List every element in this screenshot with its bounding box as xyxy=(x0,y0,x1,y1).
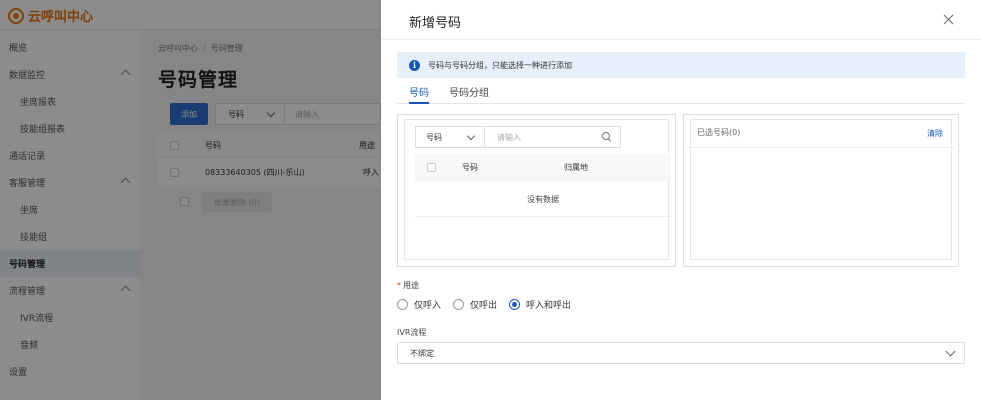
selected-count: 已选号码(0) xyxy=(697,128,741,137)
radio-circle xyxy=(453,299,465,310)
source-search-placeholder: 请输入 xyxy=(497,132,521,142)
source-select-all-checkbox[interactable] xyxy=(427,163,436,172)
source-field-select[interactable]: 号码 xyxy=(415,126,485,148)
radio-label: 仅呼出 xyxy=(470,301,498,311)
chevron-down-icon xyxy=(466,131,476,141)
radio-circle-checked xyxy=(509,299,521,310)
modal-mask[interactable] xyxy=(0,0,381,400)
clear-button[interactable]: 清除 xyxy=(927,128,943,139)
source-table-header: 号码 归属地 xyxy=(415,154,671,181)
purpose-label-text: 用途 xyxy=(403,281,419,290)
info-icon: i xyxy=(409,59,420,71)
source-empty-state: 没有数据 xyxy=(415,182,671,217)
add-number-drawer: 新增号码 i 号码与号码分组，只能选择一种进行添加 号码 号码分组 号码 请输入… xyxy=(381,0,981,400)
radio-label: 仅呼入 xyxy=(414,301,442,311)
tab-number-group[interactable]: 号码分组 xyxy=(449,84,489,104)
source-col-number: 号码 xyxy=(462,163,478,172)
info-alert: i 号码与号码分组，只能选择一种进行添加 xyxy=(397,52,965,78)
ivr-select[interactable]: 不绑定 xyxy=(397,342,965,364)
search-icon[interactable] xyxy=(602,132,612,142)
tab-number[interactable]: 号码 xyxy=(409,84,429,104)
source-field-value: 号码 xyxy=(426,132,442,142)
drawer-title: 新增号码 xyxy=(409,16,462,31)
radio-circle xyxy=(397,299,408,310)
close-icon[interactable] xyxy=(941,12,957,28)
ivr-select-value: 不绑定 xyxy=(410,348,434,358)
alert-text: 号码与号码分组，只能选择一种进行添加 xyxy=(428,60,572,70)
selected-header: 已选号码(0) 清除 xyxy=(687,118,955,148)
radio-label: 呼入和呼出 xyxy=(526,301,572,311)
source-search-input[interactable]: 请输入 xyxy=(485,126,621,148)
purpose-label: * 用途 xyxy=(397,280,419,291)
radio-inbound-outbound[interactable]: 呼入和呼出 xyxy=(509,298,571,311)
chevron-down-icon xyxy=(945,346,956,357)
radio-outbound-only[interactable]: 仅呼出 xyxy=(453,298,497,311)
required-mark: * xyxy=(397,281,401,290)
ivr-label: IVR流程 xyxy=(397,328,427,337)
purpose-radio-group: 仅呼入 仅呼出 呼入和呼出 xyxy=(397,298,583,311)
drawer-header: 新增号码 xyxy=(381,0,981,40)
drawer-tabs: 号码 号码分组 xyxy=(397,82,965,104)
radio-inbound-only[interactable]: 仅呼入 xyxy=(397,298,441,311)
source-col-location: 归属地 xyxy=(564,163,588,172)
